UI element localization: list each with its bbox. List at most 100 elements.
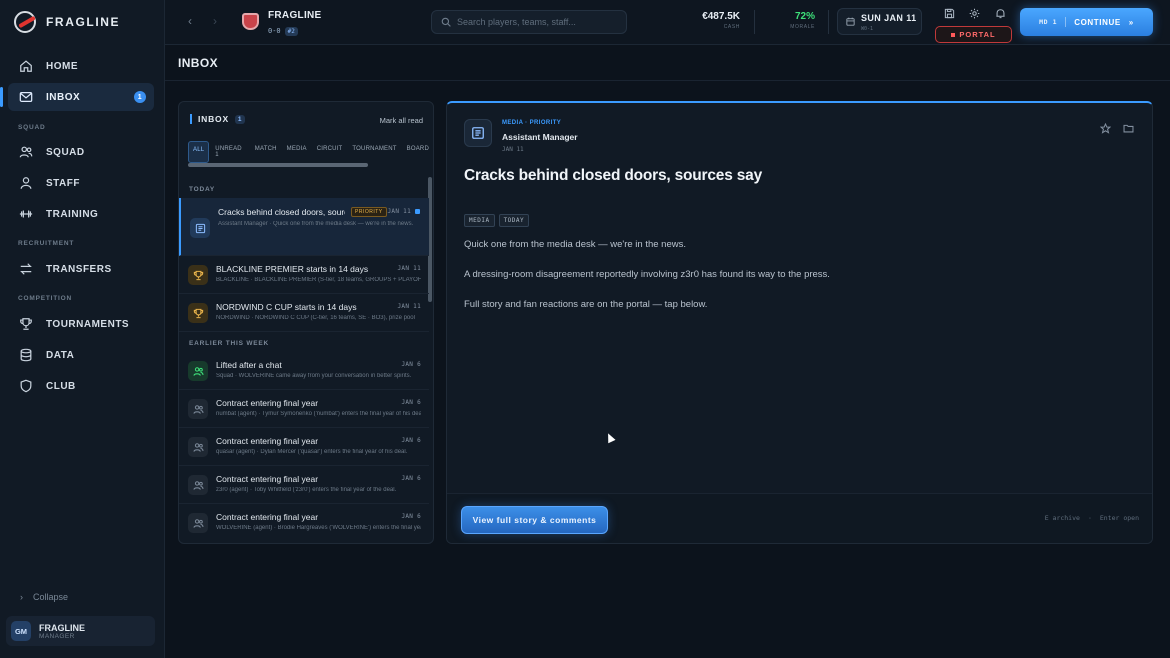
message-preview: Squad · WOLVERINE came away from your co… xyxy=(216,373,412,379)
group-label-today: TODAY xyxy=(189,186,216,193)
manager-profile[interactable]: GM FRAGLINE MANAGER xyxy=(6,616,155,646)
sidebar-item-training[interactable]: TRAINING xyxy=(8,200,154,228)
message-date: JAN 6 xyxy=(401,361,421,368)
message-preview: quasar (agent) · Dylan Mercer ('quasar')… xyxy=(216,449,408,455)
sidebar-item-label: INBOX xyxy=(46,91,81,103)
message-actions xyxy=(1100,123,1134,134)
list-item[interactable]: Contract entering final year JAN 6 WOLVE… xyxy=(179,505,429,542)
hint-archive: E archive xyxy=(1044,514,1080,522)
message-date: JAN 6 xyxy=(401,437,421,444)
message-date: JAN 11 xyxy=(397,265,421,272)
message-title: Contract entering final year xyxy=(216,474,319,484)
date-display[interactable]: SUN JAN 11 W0-1 xyxy=(837,8,922,35)
message-tags: MEDIA TODAY xyxy=(464,214,530,227)
sidebar-item-tournaments[interactable]: TOURNAMENTS xyxy=(8,310,154,338)
calendar-icon xyxy=(846,17,855,26)
team-crest-icon[interactable] xyxy=(242,13,259,30)
filter-tab-media[interactable]: MEDIA xyxy=(283,141,311,163)
list-item[interactable]: NORDWIND C CUP starts in 14 days JAN 11 … xyxy=(179,295,429,332)
message-preview: Assistant Manager · Quick one from the m… xyxy=(218,221,414,227)
brand[interactable]: FRAGLINE xyxy=(14,11,120,33)
sidebar-item-home[interactable]: HOME xyxy=(8,52,154,80)
group-label-earlier: EARLIER THIS WEEK xyxy=(189,340,270,347)
notifications-button[interactable] xyxy=(991,5,1009,21)
list-item[interactable]: Contract entering final year JAN 6 quasa… xyxy=(179,429,429,466)
section-label-squad: SQUAD xyxy=(18,124,46,131)
users-icon xyxy=(188,513,208,533)
sidebar-item-squad[interactable]: SQUAD xyxy=(8,138,154,166)
forward-button[interactable]: › xyxy=(208,14,222,28)
unread-badge: 1 xyxy=(134,91,146,103)
search-input[interactable] xyxy=(457,17,617,27)
date-sub: W0-1 xyxy=(861,26,874,32)
cash-stat: €487.5K CASH xyxy=(695,11,740,30)
sidebar-item-data[interactable]: DATA xyxy=(8,341,154,369)
message-title: Contract entering final year xyxy=(216,512,319,522)
filter-tab-unread[interactable]: UNREAD 1 xyxy=(211,141,249,163)
team-name[interactable]: FRAGLINE xyxy=(268,10,322,21)
list-item[interactable]: Contract entering final year JAN 6 numba… xyxy=(179,391,429,428)
filter-tab-all[interactable]: ALL xyxy=(188,141,210,163)
trophy-icon xyxy=(188,303,208,323)
message-paragraph: Full story and fan reactions are on the … xyxy=(464,299,708,310)
message-title: Cracks behind closed doors, sources say xyxy=(218,207,345,217)
filter-tab-board[interactable]: BOARD xyxy=(403,141,433,163)
hint-separator: · xyxy=(1087,514,1092,522)
message-date: JAN 11 xyxy=(387,208,411,215)
continue-label: CONTINUE xyxy=(1074,17,1121,27)
sidebar-item-inbox[interactable]: INBOX 1 xyxy=(0,83,154,111)
priority-badge: PRIORITY xyxy=(351,207,387,217)
collapse-button[interactable]: › Collapse xyxy=(20,592,68,602)
settings-button[interactable] xyxy=(965,5,983,21)
newspaper-icon xyxy=(464,119,492,147)
users-icon xyxy=(188,361,208,381)
list-item[interactable]: Contract entering final year JAN 6 z3r0 … xyxy=(179,467,429,504)
filter-tabs: ALL UNREAD 1 MATCH MEDIA CIRCUIT TOURNAM… xyxy=(188,141,433,163)
newspaper-icon xyxy=(190,218,210,238)
double-chevron-icon: » xyxy=(1128,17,1134,27)
message-preview: BLACKLINE · BLACKLINE PREMIER (S-tier, 1… xyxy=(216,277,421,283)
tag-media: MEDIA xyxy=(464,214,495,227)
message-title: Contract entering final year xyxy=(216,398,319,408)
list-item[interactable]: Lifted after a chat JAN 6 Squad · WOLVER… xyxy=(179,353,429,390)
portal-button[interactable]: PORTAL xyxy=(935,26,1012,43)
sidebar-item-label: HOME xyxy=(46,60,78,72)
users-icon xyxy=(188,399,208,419)
save-button[interactable] xyxy=(940,5,958,21)
filter-tab-tournament[interactable]: TOURNAMENT xyxy=(348,141,400,163)
inbox-list-title: INBOX xyxy=(198,114,229,124)
sidebar-item-transfers[interactable]: TRANSFERS xyxy=(8,255,154,283)
mark-all-read-button[interactable]: Mark all read xyxy=(380,116,423,125)
portal-status-icon xyxy=(951,32,956,37)
view-full-story-button[interactable]: View full story & comments xyxy=(461,506,608,534)
cash-label: CASH xyxy=(723,24,740,30)
sidebar-item-label: TOURNAMENTS xyxy=(46,318,130,330)
search-icon xyxy=(441,17,451,27)
transfer-arrows-icon xyxy=(18,261,34,277)
back-button[interactable]: ‹ xyxy=(183,14,197,28)
profile-role: MANAGER xyxy=(39,632,75,640)
list-item[interactable]: Cracks behind closed doors, sources say … xyxy=(179,198,429,256)
sidebar-item-club[interactable]: CLUB xyxy=(8,372,154,400)
team-record: 0-0 #2 xyxy=(268,27,298,36)
filter-tab-match[interactable]: MATCH xyxy=(251,141,281,163)
search-box[interactable] xyxy=(431,10,627,34)
folder-icon[interactable] xyxy=(1123,123,1134,134)
sidebar-item-label: DATA xyxy=(46,349,75,361)
list-item[interactable]: BLACKLINE PREMIER starts in 14 days JAN … xyxy=(179,257,429,294)
chevron-right-icon: › xyxy=(20,592,23,602)
continue-button[interactable]: MD 1 CONTINUE » xyxy=(1020,8,1153,36)
star-icon[interactable] xyxy=(1100,123,1111,134)
tag-today: TODAY xyxy=(498,214,530,227)
divider xyxy=(828,10,829,34)
keyboard-hints: E archive · Enter open xyxy=(1045,514,1139,522)
filter-tab-circuit[interactable]: CIRCUIT xyxy=(313,141,347,163)
user-icon xyxy=(18,175,34,191)
message-preview: NORDWIND · NORDWIND C CUP (C-tier, 16 te… xyxy=(216,315,415,321)
divider xyxy=(165,80,1170,81)
message-title: Lifted after a chat xyxy=(216,360,282,370)
save-icon xyxy=(944,8,954,18)
message-paragraph: Quick one from the media desk — we're in… xyxy=(464,239,686,250)
sidebar-item-staff[interactable]: STAFF xyxy=(8,169,154,197)
horizontal-scrollbar[interactable] xyxy=(188,163,368,167)
